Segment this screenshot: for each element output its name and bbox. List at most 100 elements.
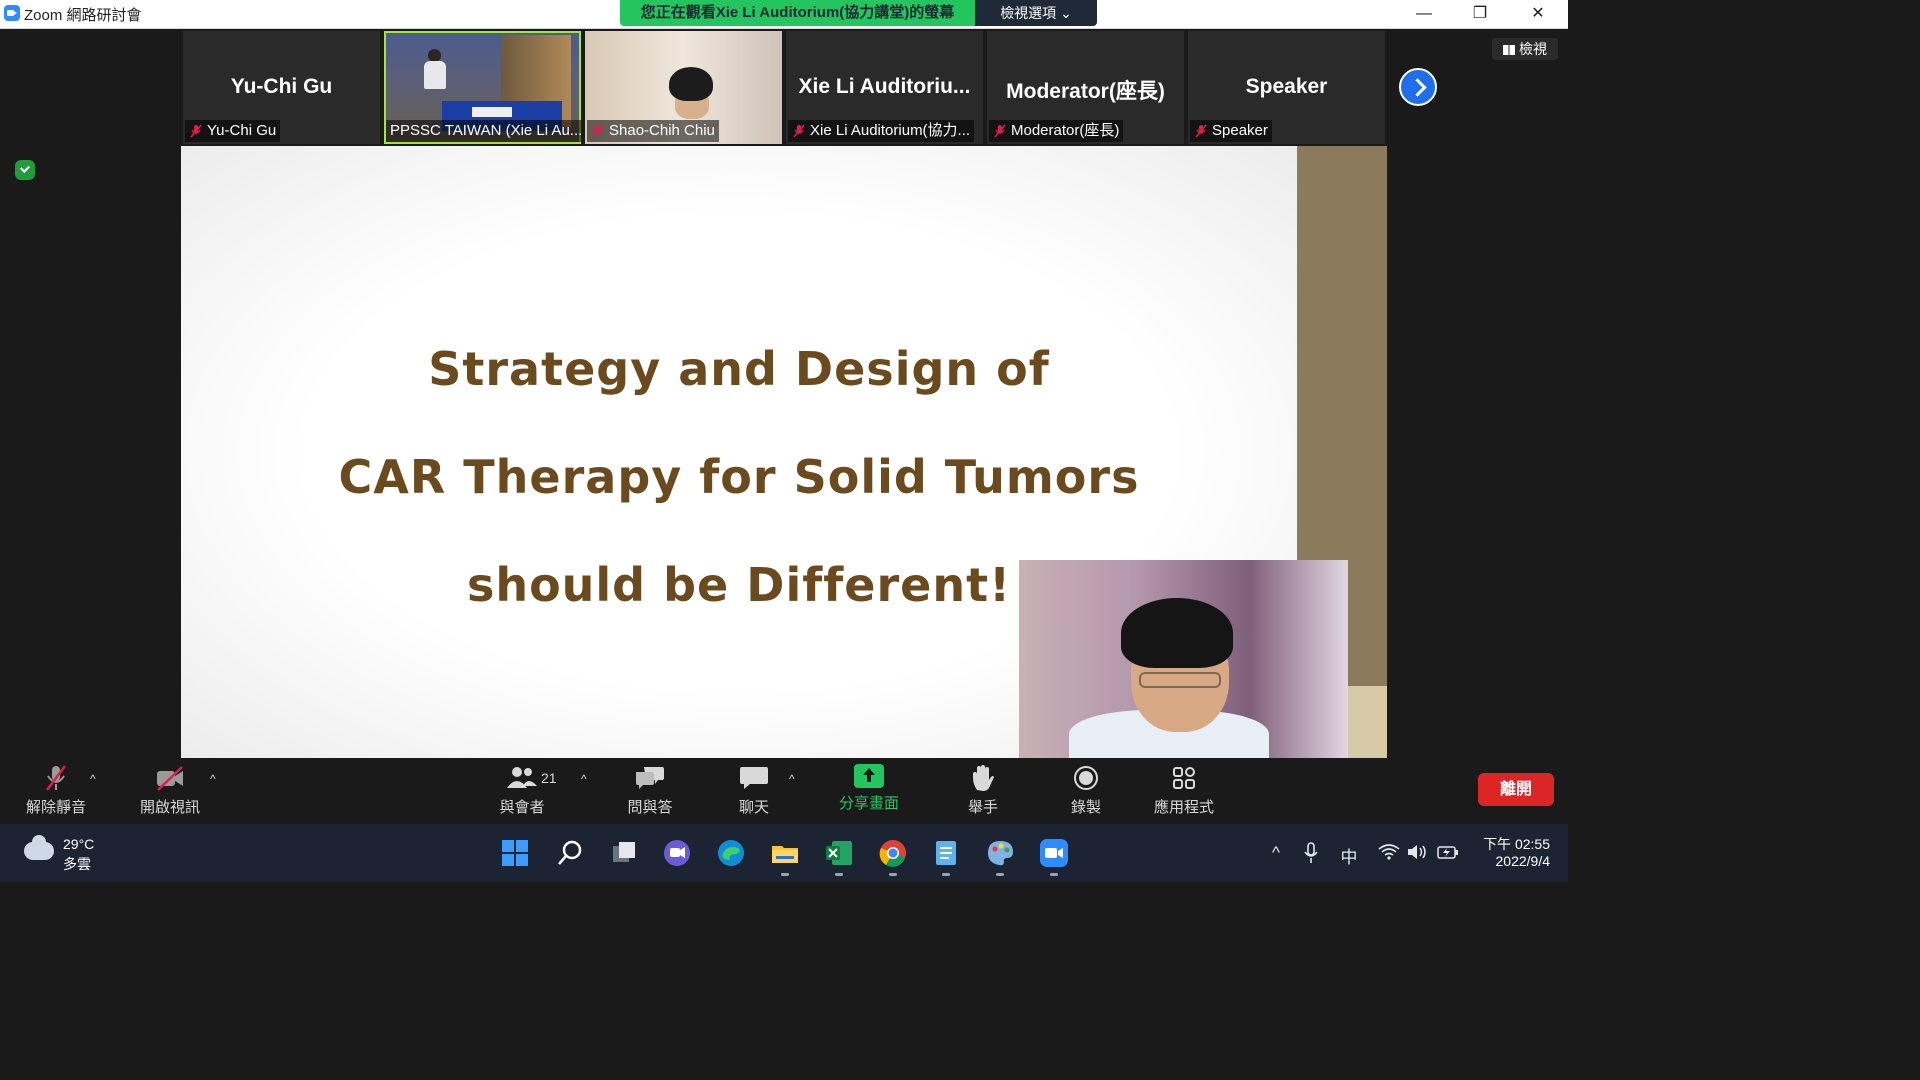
volume-icon[interactable] [1406, 843, 1428, 861]
participant-gallery: Yu-Chi Gu Yu-Chi Gu PPSSC TAIWAN (Xie Li… [183, 31, 1385, 144]
window-title: Zoom 網路研討會 [24, 7, 142, 24]
share-screen-label: 分享畫面 [838, 795, 899, 812]
notepad-icon[interactable] [931, 838, 961, 868]
apps-button[interactable]: 應用程式 [1150, 764, 1218, 817]
speaker-video-thumbnail[interactable] [1019, 560, 1348, 758]
raise-hand-icon [973, 765, 994, 791]
wifi-icon[interactable] [1378, 843, 1400, 861]
speaker-glasses [1139, 672, 1221, 688]
cloud-weather-icon[interactable] [24, 835, 54, 860]
running-indicator [889, 873, 897, 876]
participant-tile[interactable]: Xie Li Auditoriu... Xie Li Auditorium(協力… [786, 31, 983, 144]
file-explorer-icon[interactable] [770, 838, 800, 868]
mic-muted-icon [793, 124, 805, 138]
participants-caret-icon[interactable]: ^ [581, 772, 587, 786]
grid-icon [1503, 45, 1515, 55]
excel-icon[interactable] [824, 838, 854, 868]
mic-muted-icon [1195, 124, 1207, 138]
meeting-toolbar: 解除靜音 ^ 開啟視訊 ^ 與會者 21 ^ 問與答 聊天 ^ 分享畫面 舉手 … [0, 758, 1568, 824]
participant-tile[interactable]: Shao-Chih Chiu [585, 31, 782, 144]
participants-label: 與會者 [499, 799, 545, 816]
view-layout-button[interactable]: 檢視 [1492, 38, 1558, 60]
taskbar-clock-time[interactable]: 下午 02:55 [1474, 834, 1550, 854]
start-video-label: 開啟視訊 [139, 799, 200, 816]
participants-icon [507, 767, 537, 788]
participant-nameplate: Moderator(座長) [989, 120, 1124, 142]
running-indicator [835, 873, 843, 876]
next-page-chevron-icon[interactable] [1399, 68, 1437, 106]
slide-title-line-1: Strategy and Design of [428, 342, 1050, 396]
share-screen-button[interactable]: 分享畫面 [832, 764, 906, 813]
nameplate-label: Moderator(座長) [1011, 122, 1120, 139]
taskbar-clock-date[interactable]: 2022/9/4 [1474, 853, 1551, 869]
mic-muted-icon [592, 124, 604, 138]
participant-count: 21 [541, 770, 557, 786]
battery-charging-icon[interactable] [1436, 843, 1460, 861]
participant-nameplate: Yu-Chi Gu [185, 120, 281, 142]
slide-title-line-2: CAR Therapy for Solid Tumors [338, 450, 1140, 504]
chat-button[interactable]: 聊天 [724, 764, 784, 817]
raise-hand-label: 舉手 [967, 799, 998, 816]
participant-nameplate: Xie Li Auditorium(協力... [788, 120, 975, 142]
apps-icon [1173, 767, 1195, 789]
participant-tile-active[interactable]: PPSSC TAIWAN (Xie Li Au... [384, 31, 581, 144]
video-person-hair [669, 67, 713, 101]
paint-icon[interactable] [985, 838, 1015, 868]
edge-browser-icon[interactable] [716, 838, 746, 868]
weather-temperature[interactable]: 29°C [63, 836, 94, 852]
record-label: 錄製 [1070, 799, 1101, 816]
nameplate-label: Speaker [1212, 122, 1268, 139]
minimize-button[interactable]: — [1396, 0, 1452, 28]
encryption-shield-icon[interactable] [15, 160, 35, 180]
weather-description[interactable]: 多雲 [63, 854, 91, 874]
chat-label: 聊天 [738, 799, 769, 816]
qa-bubbles-icon [636, 767, 664, 789]
participant-display-name: Speaker [1245, 75, 1328, 98]
task-view-icon[interactable] [609, 838, 639, 868]
zoom-taskbar-icon[interactable] [1039, 838, 1069, 868]
mic-muted-icon [994, 124, 1006, 138]
nameplate-label: Yu-Chi Gu [207, 122, 277, 139]
restore-button[interactable]: ❐ [1452, 0, 1508, 28]
participant-nameplate: PPSSC TAIWAN (Xie Li Au... [386, 120, 581, 142]
participant-tile[interactable]: Moderator(座長) Moderator(座長) [987, 31, 1184, 144]
qa-button[interactable]: 問與答 [620, 764, 680, 817]
raise-hand-button[interactable]: 舉手 [953, 764, 1013, 817]
participant-display-name: Xie Li Auditoriu... [798, 75, 971, 98]
close-button[interactable]: ✕ [1510, 0, 1566, 28]
audio-options-caret-icon[interactable]: ^ [90, 772, 96, 786]
leave-button[interactable]: 離開 [1478, 773, 1554, 806]
unmute-button[interactable]: 解除靜音 [20, 764, 92, 817]
nameplate-label: Shao-Chih Chiu [609, 122, 715, 139]
participant-nameplate: Shao-Chih Chiu [587, 120, 719, 142]
share-screen-icon [854, 764, 884, 788]
chrome-icon[interactable] [878, 838, 908, 868]
running-indicator [1050, 873, 1058, 876]
record-icon [1074, 766, 1098, 790]
speaker-hair [1121, 598, 1233, 668]
participant-display-name: Yu-Chi Gu [230, 75, 333, 98]
video-options-caret-icon[interactable]: ^ [210, 772, 216, 786]
view-layout-label: 檢視 [1519, 41, 1547, 57]
start-video-button[interactable]: 開啟視訊 [134, 764, 206, 817]
running-indicator [781, 873, 789, 876]
video-nameplate-sign [472, 107, 512, 117]
participant-tile[interactable]: Speaker Speaker [1188, 31, 1385, 144]
running-indicator [942, 873, 950, 876]
screen-share-banner: 您正在觀看Xie Li Auditorium(協力講堂)的螢幕 [620, 0, 975, 26]
mic-muted-icon [190, 124, 202, 138]
chat-caret-icon[interactable]: ^ [789, 772, 795, 786]
video-person [424, 61, 446, 89]
nameplate-label: PPSSC TAIWAN (Xie Li Au... [390, 122, 581, 139]
view-options-button[interactable]: 檢視選項 ⌄ [975, 0, 1097, 26]
teams-chat-icon[interactable] [662, 838, 692, 868]
participant-tile[interactable]: Yu-Chi Gu Yu-Chi Gu [183, 31, 380, 144]
search-icon[interactable] [555, 838, 585, 868]
show-hidden-icons-chevron-icon[interactable]: ^ [1265, 843, 1287, 863]
windows-start-icon[interactable] [500, 838, 530, 868]
mic-muted-icon [46, 765, 66, 791]
chat-bubble-icon [740, 767, 768, 789]
microphone-icon[interactable] [1302, 842, 1320, 864]
ime-indicator[interactable]: 中 [1338, 843, 1360, 868]
record-button[interactable]: 錄製 [1056, 764, 1116, 817]
